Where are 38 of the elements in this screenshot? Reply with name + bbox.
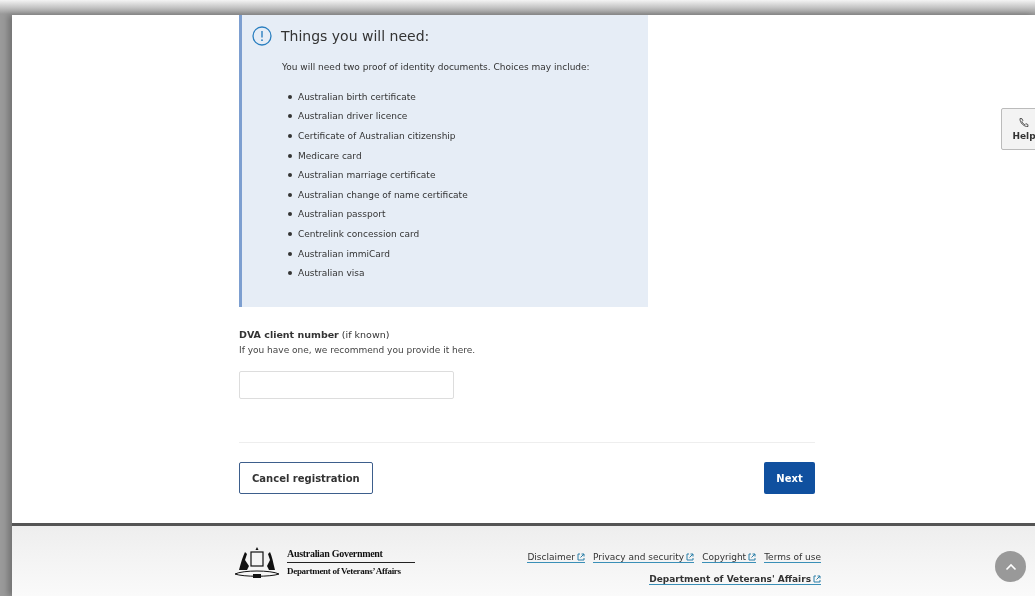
document-item: Australian marriage certificate	[298, 170, 436, 181]
info-title: Things you will need:	[281, 28, 430, 44]
document-item: Australian birth certificate	[298, 91, 416, 102]
government-name: Australian Government	[287, 548, 415, 563]
bullet-icon	[288, 114, 292, 119]
document-item: Australian driver licence	[298, 111, 408, 122]
bullet-icon	[288, 192, 292, 197]
help-button[interactable]: Help	[1001, 108, 1035, 150]
document-item: Australian visa	[298, 268, 365, 279]
chevron-up-icon	[1004, 562, 1017, 571]
document-item: Medicare card	[298, 150, 362, 161]
phone-icon	[1018, 117, 1030, 129]
bullet-icon	[288, 212, 292, 217]
field-label: DVA client number (if known)	[239, 329, 391, 340]
bullet-icon	[288, 231, 292, 236]
bullet-icon	[288, 173, 292, 178]
bullet-icon	[288, 251, 292, 256]
footer-link[interactable]: Privacy and security	[593, 552, 695, 563]
info-intro: You will need two proof of identity documents. Choices may include:	[282, 62, 591, 72]
document-item: Australian change of name certificate	[298, 189, 468, 200]
bullet-icon	[288, 134, 292, 138]
next-button[interactable]: Next	[764, 462, 815, 494]
document-item: Australian passport	[298, 209, 386, 220]
bullet-icon	[288, 153, 292, 158]
bullet-icon	[288, 94, 292, 99]
document-item: Certificate of Australian citizenship	[298, 131, 456, 141]
department-link[interactable]: Department of Veterans' Affairs	[649, 574, 821, 585]
document-item: Centrelink concession card	[298, 228, 420, 239]
client-number-field[interactable]	[239, 371, 454, 399]
cancel-registration-button[interactable]: Cancel registration	[239, 462, 373, 494]
info-icon	[252, 26, 272, 46]
footer-link[interactable]: Terms of use	[764, 552, 821, 563]
bullet-icon	[288, 271, 292, 276]
field-hint: If you have one, we recommend you provide it here.	[239, 345, 477, 355]
department-name: Department of Veterans’ Affairs	[287, 565, 402, 576]
footer-link[interactable]: Disclaimer	[527, 552, 585, 563]
footer-link[interactable]: Copyright	[702, 552, 757, 563]
document-item: Australian immiCard	[298, 248, 390, 259]
